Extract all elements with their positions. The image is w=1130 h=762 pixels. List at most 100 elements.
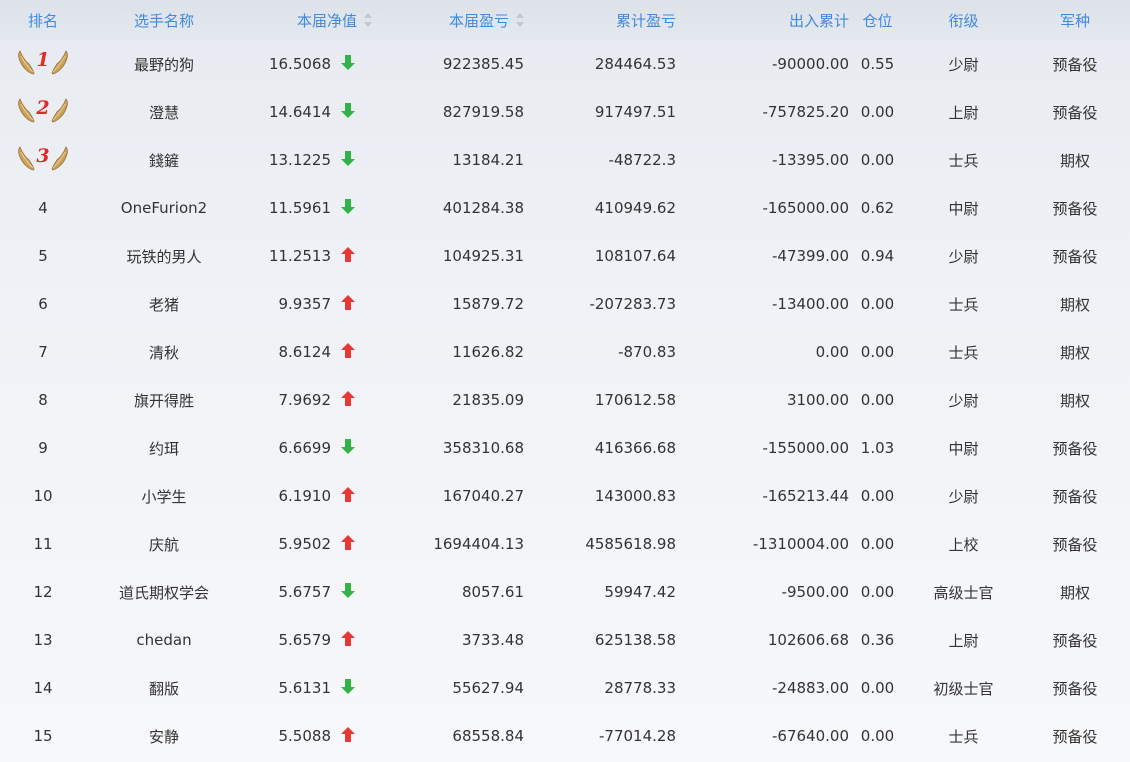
cell-nav: 11.5961 <box>242 199 380 217</box>
cell-rank: 8 <box>0 391 86 409</box>
arrow-down-icon <box>341 439 355 454</box>
cell-pl: 922385.45 <box>442 55 524 73</box>
arrow-up-icon <box>341 631 355 646</box>
cell-pl: 1694404.13 <box>433 535 524 553</box>
nav-value: 11.2513 <box>268 247 331 265</box>
table-row[interactable]: 1 最野的狗 16.5068 922385.45 284464.53 -90000.00 0… <box>0 40 1130 88</box>
rank-number: 12 <box>33 583 53 601</box>
cell-cum: 143000.83 <box>594 487 676 505</box>
table-row[interactable]: 7 清秋 8.6124 11626.82 -870.83 0.00 0.00 士兵 期权 <box>0 328 1130 376</box>
header-arm[interactable]: 军种 <box>1022 10 1128 31</box>
cell-player-name[interactable]: 澄慧 <box>86 102 242 123</box>
cell-cum: 416366.68 <box>594 439 676 457</box>
cell-player-name[interactable]: 旗开得胜 <box>86 390 242 411</box>
cell-player-name[interactable]: 庆航 <box>86 534 242 555</box>
cell-title: 上校 <box>948 535 979 554</box>
header-name[interactable]: 选手名称 <box>86 10 242 31</box>
table-row[interactable]: 3 錢鏟 13.1225 13184.21 -48722.3 -13395.00 0.00 士… <box>0 136 1130 184</box>
cell-title: 初级士官 <box>933 679 994 698</box>
cell-arm: 预备役 <box>1052 487 1098 506</box>
cell-nav: 6.6699 <box>242 439 380 457</box>
arrow-down-icon <box>341 151 355 166</box>
cell-player-name[interactable]: 老猪 <box>86 294 242 315</box>
cell-player-name[interactable]: 小学生 <box>86 486 242 507</box>
cell-rank: 13 <box>0 631 86 649</box>
cell-flow: -67640.00 <box>772 727 849 745</box>
rank-number: 1 <box>36 48 50 71</box>
header-cum[interactable]: 累计盈亏 <box>532 10 686 31</box>
leaderboard-table: 排名 选手名称 本届净值 本届盈亏 累计盈亏 出入累计 仓位 衔级 军种 1 最野… <box>0 0 1130 760</box>
medal-icon: 2 <box>17 96 69 126</box>
cell-player-name[interactable]: 道氏期权学会 <box>86 582 242 603</box>
sort-icon[interactable] <box>363 13 373 27</box>
header-nav-label: 本届净值 <box>296 11 357 30</box>
cell-title: 高级士官 <box>933 583 994 602</box>
table-row[interactable]: 2 澄慧 14.6414 827919.58 917497.51 -757825.20 0.… <box>0 88 1130 136</box>
cell-cum: 284464.53 <box>594 55 676 73</box>
arrow-up-icon <box>341 487 355 502</box>
table-row[interactable]: 5 玩铁的男人 11.2513 104925.31 108107.64 -47399.00… <box>0 232 1130 280</box>
cell-cum: 170612.58 <box>594 391 676 409</box>
table-row[interactable]: 4 OneFurion2 11.5961 401284.38 410949.62 -165… <box>0 184 1130 232</box>
table-row[interactable]: 14 翻版 5.6131 55627.94 28778.33 -24883.00 0.00 初… <box>0 664 1130 712</box>
cell-player-name[interactable]: 錢鏟 <box>86 150 242 171</box>
arrow-up-icon <box>341 391 355 406</box>
nav-value: 5.9502 <box>278 535 332 553</box>
nav-value: 5.6131 <box>278 679 332 697</box>
header-position[interactable]: 仓位 <box>850 10 905 31</box>
nav-value: 16.5068 <box>268 55 331 73</box>
sort-icon[interactable] <box>515 13 525 27</box>
cell-player-name[interactable]: chedan <box>86 631 242 649</box>
cell-title: 上尉 <box>948 103 979 122</box>
cell-arm: 预备役 <box>1052 199 1098 218</box>
table-row[interactable]: 9 约珥 6.6699 358310.68 416366.68 -155000.00 1.0… <box>0 424 1130 472</box>
cell-player-name[interactable]: 翻版 <box>86 678 242 699</box>
header-flow[interactable]: 出入累计 <box>686 10 850 31</box>
nav-value: 13.1225 <box>268 151 331 169</box>
cell-flow: 102606.68 <box>767 631 849 649</box>
arrow-down-icon <box>341 679 355 694</box>
cell-pl: 3733.48 <box>461 631 524 649</box>
rank-number: 15 <box>33 727 53 745</box>
table-row[interactable]: 12 道氏期权学会 5.6757 8057.61 59947.42 -9500.00 0.0… <box>0 568 1130 616</box>
cell-player-name[interactable]: 清秋 <box>86 342 242 363</box>
cell-arm: 期权 <box>1059 583 1090 602</box>
cell-player-name[interactable]: 最野的狗 <box>86 54 242 75</box>
cell-player-name[interactable]: 安静 <box>86 726 242 747</box>
table-row[interactable]: 8 旗开得胜 7.9692 21835.09 170612.58 3100.00 0.00 少… <box>0 376 1130 424</box>
cell-player-name[interactable]: 玩铁的男人 <box>86 246 242 267</box>
cell-rank: 5 <box>0 247 86 265</box>
cell-arm: 预备役 <box>1052 727 1098 746</box>
header-pl[interactable]: 本届盈亏 <box>380 10 532 31</box>
cell-pl: 21835.09 <box>452 391 524 409</box>
table-row[interactable]: 6 老猪 9.9357 15879.72 -207283.73 -13400.00 0.00… <box>0 280 1130 328</box>
rank-number: 13 <box>33 631 53 649</box>
medal-icon: 1 <box>17 48 69 78</box>
table-row[interactable]: 11 庆航 5.9502 1694404.13 4585618.98 -1310004.0… <box>0 520 1130 568</box>
table-row[interactable]: 13 chedan 5.6579 3733.48 625138.58 102606.68 0… <box>0 616 1130 664</box>
cell-rank: 12 <box>0 583 86 601</box>
cell-rank: 9 <box>0 439 86 457</box>
wing-left-icon <box>18 50 35 75</box>
cell-position: 0.00 <box>860 295 895 313</box>
cell-position: 0.94 <box>860 247 895 265</box>
cell-player-name[interactable]: 约珥 <box>86 438 242 459</box>
wing-left-icon <box>18 98 35 123</box>
header-title[interactable]: 衔级 <box>905 10 1022 31</box>
header-pl-label: 本届盈亏 <box>448 11 509 30</box>
cell-position: 0.00 <box>860 343 895 361</box>
nav-value: 11.5961 <box>268 199 331 217</box>
arrow-down-icon <box>341 199 355 214</box>
header-rank[interactable]: 排名 <box>0 10 86 31</box>
nav-value: 9.9357 <box>278 295 332 313</box>
cell-pl: 8057.61 <box>461 583 524 601</box>
nav-value: 6.1910 <box>278 487 332 505</box>
table-row[interactable]: 15 安静 5.5088 68558.84 -77014.28 -67640.00 0.00… <box>0 712 1130 760</box>
header-nav[interactable]: 本届净值 <box>242 10 380 31</box>
cell-title: 中尉 <box>948 199 979 218</box>
cell-nav: 14.6414 <box>242 103 380 121</box>
arrow-up-icon <box>341 727 355 742</box>
table-row[interactable]: 10 小学生 6.1910 167040.27 143000.83 -165213.44 0… <box>0 472 1130 520</box>
cell-arm: 预备役 <box>1052 247 1098 266</box>
cell-player-name[interactable]: OneFurion2 <box>86 199 242 217</box>
